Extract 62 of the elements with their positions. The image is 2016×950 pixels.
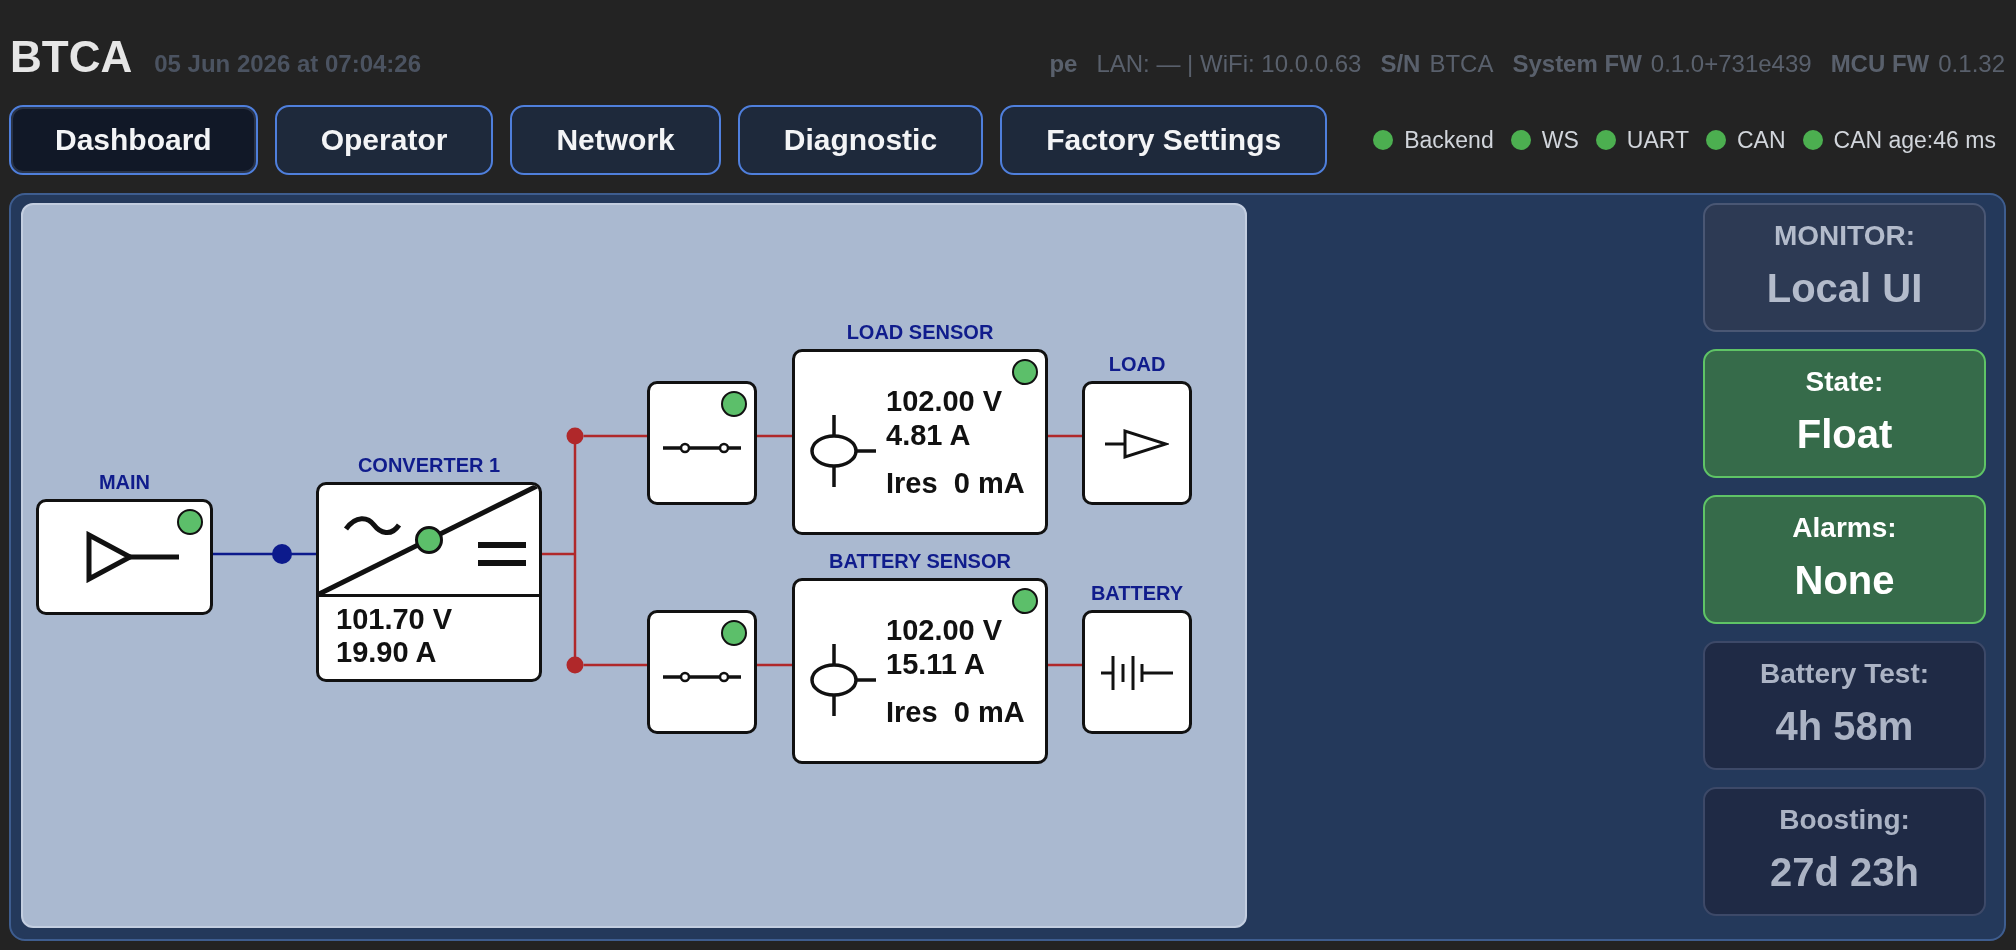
card-value: 4h 58m <box>1775 703 1914 750</box>
wire <box>757 663 792 667</box>
voltage-reading: 102.00 V <box>886 613 1003 647</box>
residual-current-reading: Ires 0 mA <box>886 466 1025 500</box>
card-value: Local UI <box>1766 265 1923 312</box>
card-value: 27d 23h <box>1770 849 1919 896</box>
status-label: Backend <box>1404 126 1494 154</box>
node-label: LOAD SENSOR <box>846 321 994 343</box>
wire <box>757 434 792 438</box>
status-label: WS <box>1541 126 1579 154</box>
card-label: MONITOR: <box>1774 219 1915 253</box>
card-value: None <box>1794 557 1895 604</box>
junction-dot-icon <box>566 427 584 445</box>
node-label: MAIN <box>98 471 151 493</box>
wire <box>1048 663 1082 667</box>
triangle-icon <box>85 531 179 583</box>
tab[interactable]: Factory Settings <box>1000 105 1328 175</box>
card-label: Battery Test: <box>1759 657 1930 691</box>
tab[interactable]: Network <box>510 105 721 175</box>
node-label: CONVERTER 1 <box>357 454 501 476</box>
card-value: Float <box>1796 411 1893 458</box>
current-reading: 4.81 A <box>886 418 971 452</box>
timestamp: 05 Jun 2026 at 07:04:26 <box>154 50 422 78</box>
triangle-icon <box>1105 428 1169 460</box>
tab[interactable]: Operator <box>274 105 494 175</box>
status-label: CAN <box>1736 126 1786 154</box>
battery-icon <box>1101 655 1173 691</box>
wire <box>583 434 647 438</box>
card-label: State: <box>1805 365 1884 399</box>
node-label: BATTERY <box>1090 582 1184 604</box>
sensor-icon <box>810 415 876 487</box>
current-reading: 15.11 A <box>886 647 985 681</box>
ac-dc-symbol-icon <box>319 485 539 594</box>
wire <box>583 663 647 667</box>
device-info-value: LAN: — | WiFi: 10.0.0.63 <box>1096 50 1362 78</box>
node-label: LOAD <box>1108 353 1166 375</box>
app-title: BTCA <box>10 32 133 82</box>
switch-icon <box>663 442 741 454</box>
residual-current-reading: Ires 0 mA <box>886 695 1025 729</box>
switch-icon <box>663 671 741 683</box>
device-info-label: MCU FW <box>1830 50 1930 78</box>
status-label: UART <box>1626 126 1689 154</box>
wire <box>542 552 574 556</box>
node-label: BATTERY SENSOR <box>829 550 1011 572</box>
voltage-reading: 102.00 V <box>886 384 1003 418</box>
card-label: Boosting: <box>1779 803 1910 837</box>
sensor-icon <box>810 644 876 716</box>
device-info-value: BTCA <box>1429 50 1494 78</box>
device-info-value: 0.1.0+731e439 <box>1650 50 1812 78</box>
current-reading: 19.90 A <box>336 636 438 669</box>
device-info-label: S/N <box>1380 50 1421 78</box>
card-label: Alarms: <box>1792 511 1897 545</box>
tab[interactable]: Diagnostic <box>737 105 984 175</box>
device-info-label: pe <box>1049 50 1078 78</box>
tab[interactable]: Dashboard <box>9 105 258 175</box>
junction-dot-icon <box>272 544 292 564</box>
status-label: CAN age:46 ms <box>1833 126 1996 154</box>
junction-dot-icon <box>566 656 584 674</box>
device-info-label: System FW <box>1512 50 1642 78</box>
device-info-value: 0.1.32 <box>1938 50 2005 78</box>
voltage-reading: 101.70 V <box>336 603 454 636</box>
wire <box>1048 434 1082 438</box>
